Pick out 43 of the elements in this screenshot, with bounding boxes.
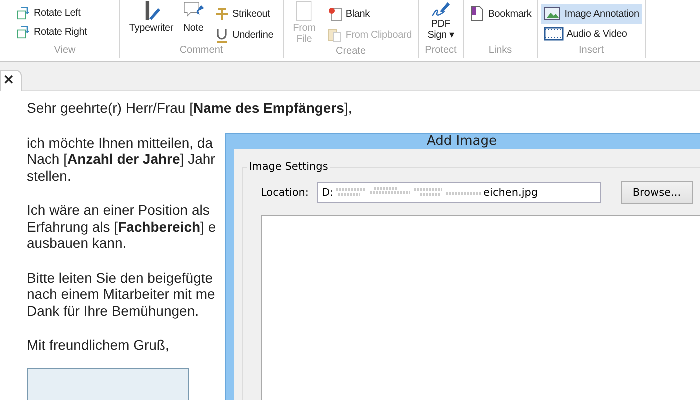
text-line: nach einem Mitarbeiter mit me — [27, 286, 216, 302]
rotate-icon — [17, 25, 31, 39]
ribbon-button[interactable]: Strikeout — [210, 4, 277, 24]
ribbon-button[interactable]: Rotate Left — [14, 4, 90, 22]
group-label: Image Settings — [248, 161, 330, 173]
text-line: Dank für Ihre Bemühungen. — [27, 302, 199, 319]
browse-button[interactable]: Browse... — [620, 181, 693, 204]
location-field[interactable]: D: eichen.jpg — [316, 182, 601, 203]
text-line: Erfahrung als [Fachbereich] e — [27, 218, 216, 235]
group-label: Protect — [424, 45, 458, 58]
group-label: Insert — [578, 45, 605, 58]
bookmark-icon — [469, 6, 486, 22]
ribbon-button[interactable]: Note — [178, 0, 209, 35]
group-label: View — [53, 45, 77, 58]
group-label: Comment — [178, 45, 224, 58]
ribbon-button[interactable]: Underline — [210, 25, 277, 45]
ribbon-button[interactable]: Bookmark — [466, 4, 535, 24]
text-line: Mit freundlichem Gruß, — [27, 337, 170, 354]
text-line: Sehr geehrte(r) Herr/Frau [Name des Empfängers], — [27, 100, 352, 116]
film-icon — [544, 27, 564, 41]
redacted-text-icon — [334, 187, 484, 198]
blank-page-icon — [326, 6, 343, 22]
text-line: stellen. — [27, 168, 72, 184]
clipboard-icon — [326, 27, 343, 43]
location-label: Location: — [261, 186, 309, 198]
image-icon — [544, 6, 562, 22]
dialog-title: Add Image — [426, 134, 498, 149]
ribbon-button[interactable]: Audio & Video — [540, 25, 642, 43]
ribbon-button[interactable]: Image Annotation — [540, 4, 642, 24]
rotate-icon — [17, 6, 31, 20]
ribbon-button[interactable]: Blank — [324, 4, 415, 24]
text-line: Ich wäre an einer Position als — [27, 202, 210, 218]
caret-icon: ▾ — [450, 30, 454, 41]
text-line: ich möchte Ihnen mitteilen, da — [27, 134, 213, 151]
strikeout-icon — [214, 6, 230, 22]
ribbon-button[interactable]: Typewriter — [126, 0, 177, 35]
ribbon-button[interactable]: Rotate Right — [14, 23, 90, 41]
text-line: Nach [Anzahl der Jahre] Jahr — [27, 151, 216, 168]
ribbon-button[interactable]: PDF Sign ▾ — [422, 0, 460, 42]
text-line: ausbauen kann. — [27, 235, 127, 252]
group-label: Create — [334, 46, 367, 58]
group-label: Links — [488, 45, 514, 58]
text-line: Bitte leiten Sie den beigefügte — [27, 270, 214, 286]
